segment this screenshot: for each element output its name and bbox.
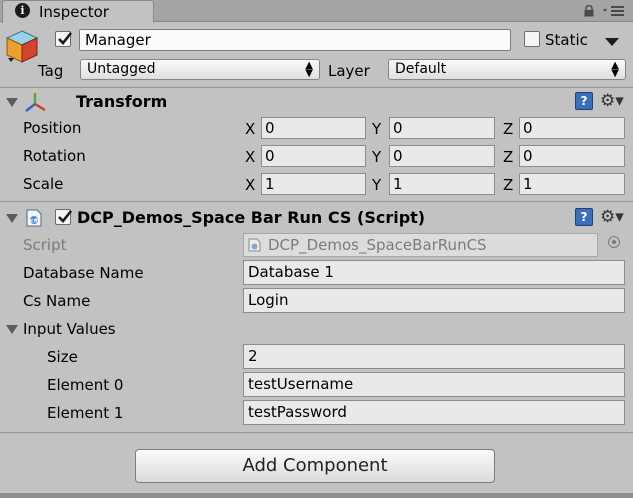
tag-dropdown[interactable]: Untagged ▲ ▼ (80, 59, 320, 80)
y-axis-label[interactable]: Y (372, 119, 381, 139)
y-axis-label[interactable]: Y (372, 147, 381, 167)
z-axis-label[interactable]: Z (503, 119, 513, 139)
size-label: Size (47, 348, 78, 366)
help-icon[interactable]: ? (575, 208, 593, 226)
gameobject-cube-icon (5, 30, 39, 63)
layer-label: Layer (328, 62, 370, 80)
scale-x-field[interactable]: 1 (261, 173, 366, 195)
add-component-button[interactable]: Add Component (135, 449, 495, 483)
element-1-field[interactable]: testPassword (243, 400, 625, 425)
rotation-z-field[interactable]: 0 (519, 145, 625, 167)
csharp-script-icon: c# (26, 209, 42, 227)
scale-y-field[interactable]: 1 (389, 173, 495, 195)
x-axis-label[interactable]: X (245, 119, 255, 139)
script-object-field[interactable]: DCP_Demos_SpaceBarRunCS (243, 233, 598, 257)
tab-inspector[interactable]: i Inspector (2, 0, 154, 23)
position-z-field[interactable]: 0 (519, 117, 625, 139)
object-picker-icon[interactable] (608, 236, 620, 248)
rotation-label: Rotation (23, 147, 86, 165)
input-values-foldout-arrow-icon[interactable] (6, 325, 18, 334)
cs-name-field[interactable]: Login (243, 288, 625, 313)
database-name-label: Database Name (23, 264, 144, 282)
active-checkbox[interactable] (55, 31, 73, 47)
scale-label: Scale (23, 175, 64, 193)
updown-arrows-icon: ▲ ▼ (611, 60, 619, 79)
static-dropdown-icon[interactable] (605, 38, 619, 46)
info-icon: i (15, 3, 30, 18)
transform-title[interactable]: Transform (76, 92, 167, 112)
element-0-label: Element 0 (47, 376, 124, 394)
gear-icon[interactable]: ⚙▾ (600, 92, 624, 110)
script-enabled-checkbox[interactable] (55, 209, 73, 225)
x-axis-label[interactable]: X (245, 147, 255, 167)
divider (0, 432, 633, 433)
database-name-field[interactable]: Database 1 (243, 260, 625, 285)
gameobject-name-field[interactable]: Manager (79, 29, 511, 51)
menu-icon[interactable] (602, 5, 626, 17)
script-label: Script (23, 236, 67, 254)
tag-value: Untagged (87, 61, 156, 77)
lock-icon[interactable] (583, 5, 595, 17)
script-foldout-arrow-icon[interactable] (6, 214, 18, 223)
layer-value: Default (395, 61, 447, 77)
gear-icon[interactable]: ⚙▾ (600, 208, 624, 226)
help-icon[interactable]: ? (575, 92, 593, 110)
tag-label: Tag (38, 62, 64, 80)
script-component-title[interactable]: DCP_Demos_Space Bar Run CS (Script) (77, 208, 425, 228)
divider (0, 87, 633, 88)
position-x-field[interactable]: 0 (261, 117, 366, 139)
static-checkbox[interactable] (524, 31, 540, 47)
scale-z-field[interactable]: 1 (519, 173, 625, 195)
updown-arrows-icon: ▲ ▼ (305, 60, 313, 79)
z-axis-label[interactable]: Z (503, 147, 513, 167)
element-0-field[interactable]: testUsername (243, 372, 625, 397)
csharp-script-icon (248, 238, 261, 252)
cs-name-label: Cs Name (23, 292, 91, 310)
input-values-label[interactable]: Input Values (23, 319, 116, 339)
y-axis-label[interactable]: Y (372, 175, 381, 195)
divider (0, 201, 633, 202)
tab-label: Inspector (39, 3, 109, 21)
script-value: DCP_Demos_SpaceBarRunCS (268, 236, 487, 254)
position-y-field[interactable]: 0 (389, 117, 495, 139)
size-field[interactable]: 2 (243, 344, 625, 369)
transform-axes-icon (25, 93, 46, 112)
z-axis-label[interactable]: Z (503, 175, 513, 195)
bottom-border (0, 493, 633, 498)
transform-foldout-arrow-icon[interactable] (6, 98, 18, 107)
layer-dropdown[interactable]: Default ▲ ▼ (388, 59, 626, 80)
rotation-y-field[interactable]: 0 (389, 145, 495, 167)
position-label: Position (23, 119, 82, 137)
static-label: Static (545, 31, 588, 49)
svg-text:c#: c# (30, 218, 39, 225)
rotation-x-field[interactable]: 0 (261, 145, 366, 167)
element-1-label: Element 1 (47, 404, 124, 422)
x-axis-label[interactable]: X (245, 175, 255, 195)
